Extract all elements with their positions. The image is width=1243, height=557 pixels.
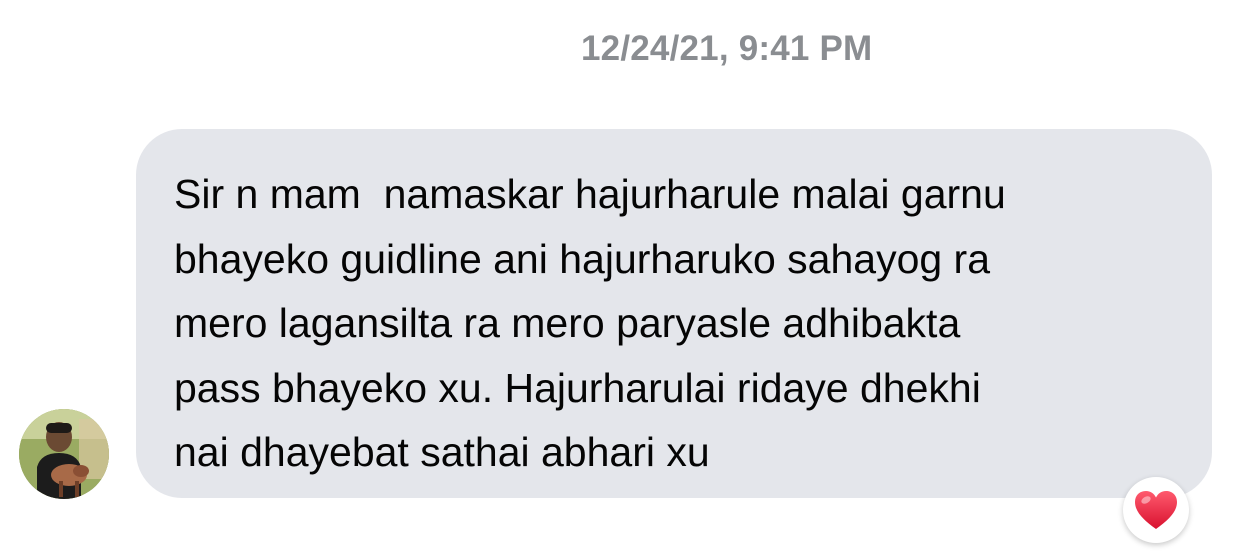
heart-icon	[1135, 491, 1177, 529]
chat-view: 12/24/21, 9:41 PM Sir n mam namaskar haj…	[0, 0, 1243, 557]
sender-avatar[interactable]	[19, 409, 109, 499]
message-bubble[interactable]: Sir n mam namaskar hajurharule malai gar…	[136, 129, 1212, 498]
reaction-badge[interactable]	[1123, 477, 1189, 543]
message-text: Sir n mam namaskar hajurharule malai gar…	[174, 171, 1006, 475]
message-timestamp: 12/24/21, 9:41 PM	[581, 29, 873, 68]
avatar-photo	[19, 409, 109, 499]
